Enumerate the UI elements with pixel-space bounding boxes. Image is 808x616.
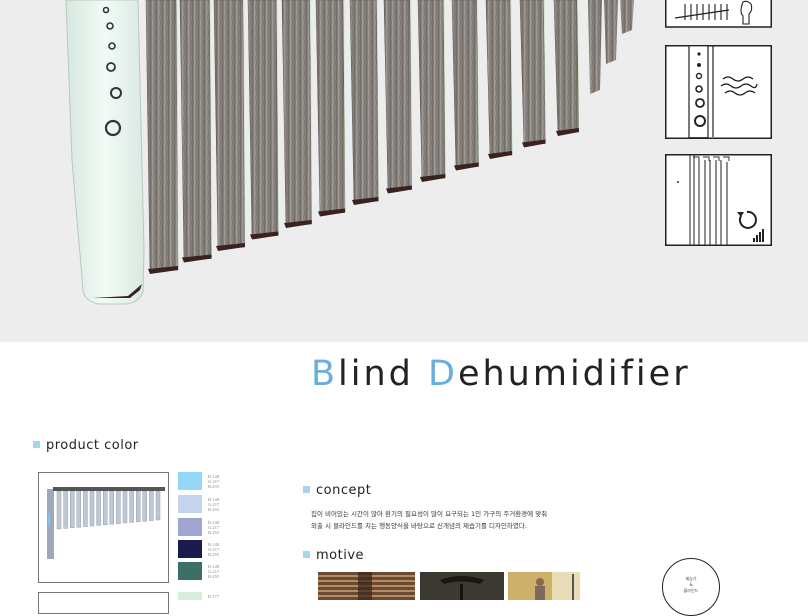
color-swatch bbox=[178, 540, 202, 558]
thumbnail-slat bbox=[129, 490, 134, 523]
product-color-thumbnail-2 bbox=[38, 592, 169, 614]
blind-slat bbox=[281, 0, 312, 227]
color-code-label: R:148 G:217 B:255 bbox=[208, 542, 220, 557]
color-code-label: R:148 G:217 B:255 bbox=[208, 520, 220, 535]
blind-slat bbox=[519, 0, 546, 146]
blind-slat bbox=[620, 0, 634, 34]
blind-slat bbox=[553, 0, 580, 135]
thumbnail-slat bbox=[76, 490, 81, 528]
thumbnail-slat bbox=[135, 490, 141, 522]
color-code-label: R:177 bbox=[208, 594, 220, 599]
color-swatch bbox=[178, 495, 202, 513]
product-thumbnail-render bbox=[47, 487, 165, 559]
color-code-label: R:148 G:217 B:255 bbox=[208, 474, 220, 489]
thumbnail-slat bbox=[122, 490, 128, 524]
color-code-label: R:148 G:217 B:255 bbox=[208, 497, 220, 512]
blind-slat bbox=[349, 0, 379, 204]
color-code-label: R:148 G:217 B:255 bbox=[208, 564, 220, 579]
blind-slat bbox=[417, 0, 446, 181]
color-swatch bbox=[178, 562, 202, 580]
concept-circle-badge: 제습기 & 블라인드 bbox=[662, 558, 720, 616]
blind-slat bbox=[179, 0, 212, 261]
thumbnail-slat bbox=[96, 490, 101, 526]
color-swatch bbox=[178, 592, 202, 600]
blind-slat bbox=[604, 0, 618, 64]
blind-slat bbox=[383, 0, 413, 192]
thumbnail-slat bbox=[149, 490, 154, 521]
product-color-thumbnail bbox=[38, 472, 169, 583]
thumbnail-slat bbox=[70, 490, 75, 528]
thumbnail-slat bbox=[155, 490, 161, 521]
thumbnail-slat bbox=[83, 490, 88, 527]
bullet-square-icon bbox=[303, 486, 310, 493]
thumbnail-slat bbox=[116, 490, 121, 524]
blind-slat bbox=[485, 0, 513, 158]
thumbnail-slat bbox=[63, 490, 68, 529]
concept-description: 집이 비어있는 시간이 많아 환기의 필요성이 많이 요구되는 1인 가구의 주… bbox=[311, 510, 548, 530]
blind-slat bbox=[145, 0, 179, 273]
motive-photo-blinds bbox=[318, 572, 415, 600]
motive-photo-interior bbox=[420, 572, 504, 600]
product-color-heading: product color bbox=[33, 438, 139, 453]
thumbnail-slat bbox=[142, 490, 148, 522]
blind-slats bbox=[145, 0, 634, 274]
color-swatch bbox=[178, 472, 202, 490]
motive-heading: motive bbox=[303, 548, 364, 563]
blind-slat bbox=[588, 0, 602, 94]
concept-heading: concept bbox=[303, 483, 371, 498]
blind-slat bbox=[247, 0, 279, 238]
thumbnail-slat bbox=[89, 490, 95, 527]
thumbnail-slat bbox=[102, 490, 108, 525]
blind-open-icon bbox=[665, 0, 772, 28]
bullet-square-icon bbox=[33, 441, 40, 448]
color-swatch bbox=[178, 518, 202, 536]
hero-product-render bbox=[0, 0, 808, 342]
blind-slat bbox=[315, 0, 346, 215]
dehumidifier-frame bbox=[65, 0, 145, 305]
motive-photo-person bbox=[508, 572, 580, 600]
bullet-square-icon bbox=[303, 551, 310, 558]
page-title: Blind Dehumidifier bbox=[311, 354, 691, 394]
blind-slat bbox=[213, 0, 246, 250]
dehumidify-airflow-icon bbox=[665, 45, 772, 139]
blind-rotate-icon bbox=[665, 154, 772, 246]
blind-slat bbox=[451, 0, 479, 169]
thumbnail-slat bbox=[109, 490, 115, 525]
thumbnail-slat bbox=[56, 490, 62, 530]
